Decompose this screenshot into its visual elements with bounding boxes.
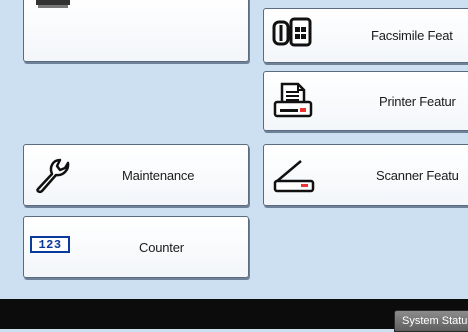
partial-icon	[36, 0, 70, 8]
printer-icon	[273, 82, 313, 118]
printer-features-tile[interactable]: Printer Featur	[263, 71, 468, 131]
facsimile-label: Facsimile Feat	[371, 28, 453, 43]
facsimile-features-tile[interactable]: Facsimile Feat	[263, 8, 468, 63]
wrench-icon	[36, 158, 70, 194]
scanner-label: Scanner Featu	[376, 167, 459, 183]
printer-label: Printer Featur	[379, 93, 456, 109]
scanner-icon	[273, 160, 315, 193]
counter-tile[interactable]: 123 Counter	[23, 216, 249, 278]
scanner-features-tile[interactable]: Scanner Featu	[263, 144, 468, 206]
maintenance-label: Maintenance	[122, 167, 195, 183]
counter-label: Counter	[139, 239, 184, 255]
counter-icon: 123	[30, 236, 70, 253]
counter-icon-text: 123	[38, 237, 62, 252]
facsimile-icon	[272, 17, 312, 47]
top-left-tile[interactable]	[23, 0, 249, 62]
maintenance-tile[interactable]: Maintenance	[23, 144, 249, 206]
